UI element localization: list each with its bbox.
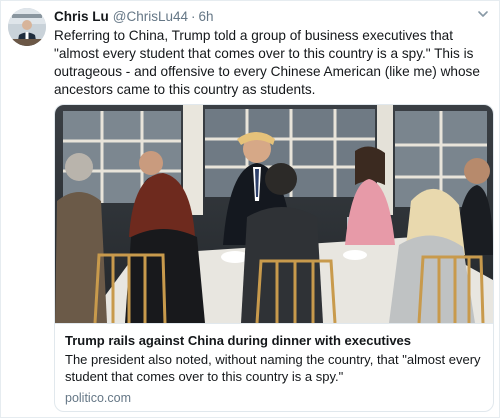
chevron-down-icon[interactable]	[476, 7, 490, 21]
card-domain[interactable]: politico.com	[65, 390, 131, 406]
card-image[interactable]	[55, 105, 493, 323]
card-title[interactable]: Trump rails against China during dinner …	[65, 332, 485, 349]
author-name[interactable]: Chris Lu	[54, 9, 109, 24]
tweet-container: Chris Lu @ChrisLu44 · 6h Referring to China…	[0, 0, 500, 418]
card-description: The president also noted, without naming…	[65, 352, 481, 384]
card-body: Trump rails against China during dinner …	[55, 323, 493, 411]
header-separator: ·	[191, 9, 196, 24]
tweet-text: Referring to China, Trump told a group o…	[54, 28, 480, 97]
link-preview-card[interactable]: Trump rails against China during dinner …	[54, 104, 494, 412]
tweet-header: Chris Lu @ChrisLu44 · 6h	[54, 8, 214, 25]
tweet-timestamp[interactable]: 6h	[199, 9, 214, 24]
avatar[interactable]	[8, 8, 46, 46]
author-handle[interactable]: @ChrisLu44	[113, 9, 188, 24]
